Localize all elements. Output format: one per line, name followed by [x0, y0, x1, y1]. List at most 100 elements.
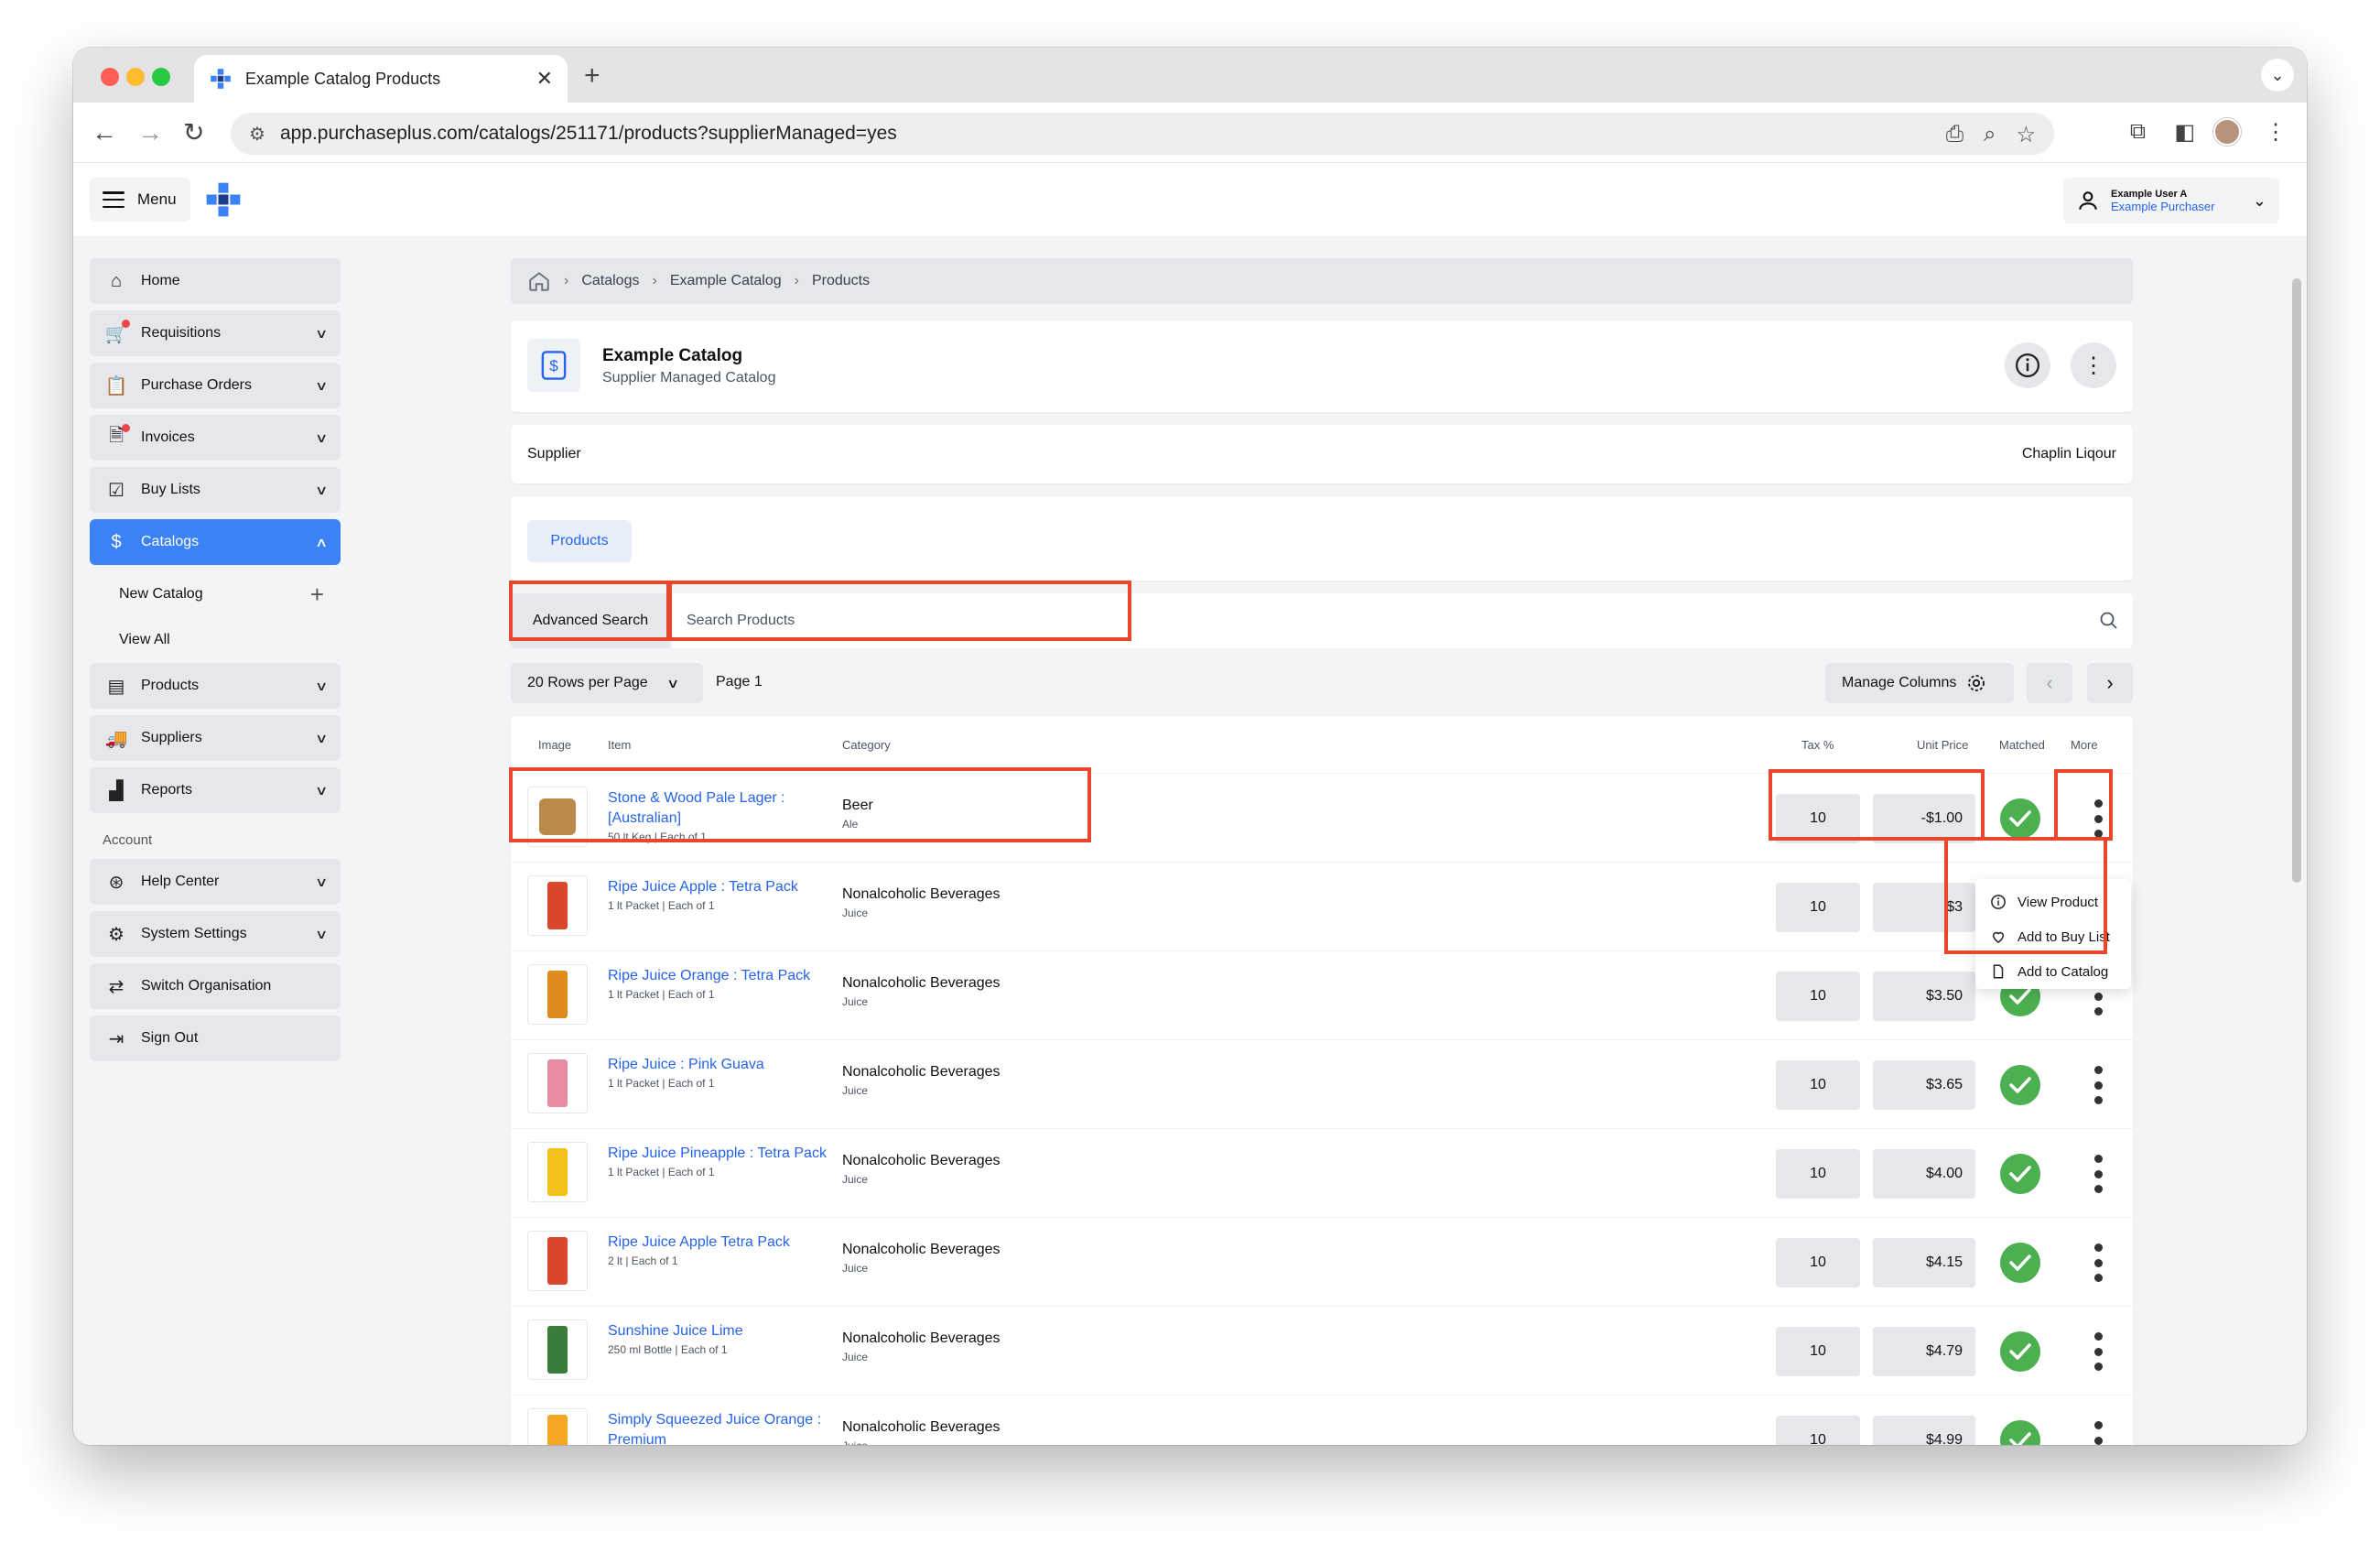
next-page-button[interactable]: ›: [2087, 663, 2133, 703]
site-settings-icon[interactable]: ⚙: [249, 123, 265, 146]
page-scrollbar[interactable]: [2292, 278, 2301, 883]
previous-page-button[interactable]: ‹: [2027, 663, 2072, 703]
sidebar-item-buy-lists[interactable]: ☑ Buy Lists ∨: [90, 467, 341, 513]
bookmark-star-icon[interactable]: ☆: [2016, 122, 2036, 148]
breadcrumb-products[interactable]: Products: [812, 273, 870, 289]
more-vertical-icon[interactable]: [2087, 1062, 2109, 1108]
add-to-catalog-menu-item[interactable]: Add to Catalog: [1975, 954, 2131, 989]
sidebar-item-switch-organisation[interactable]: ⇄ Switch Organisation: [90, 963, 341, 1009]
product-name-link[interactable]: Stone & Wood Pale Lager : [Australian] 5…: [608, 788, 837, 845]
product-name-link[interactable]: Ripe Juice Orange : Tetra Pack 1 lt Pack…: [608, 966, 837, 1003]
sidebar-item-invoices[interactable]: 🗎 Invoices ∨: [90, 415, 341, 461]
sidebar-item-products[interactable]: ▤ Products ∨: [90, 663, 341, 709]
unit-price-field[interactable]: $3.65: [1873, 1060, 1975, 1110]
add-to-buy-list-menu-item[interactable]: Add to Buy List: [1975, 919, 2131, 954]
back-arrow-icon[interactable]: ←: [92, 117, 117, 148]
unit-price-field[interactable]: $4.99: [1873, 1416, 1975, 1445]
reload-icon[interactable]: ↻: [183, 117, 204, 148]
search-products-input[interactable]: [672, 593, 2133, 648]
unit-price-field[interactable]: $3.50: [1873, 972, 1975, 1021]
extensions-icon[interactable]: ⧉: [2130, 119, 2146, 145]
sidebar-item-requisitions[interactable]: 🛒 Requisitions ∨: [90, 310, 341, 356]
rows-per-page-select[interactable]: 20 Rows per Page ∨: [511, 663, 703, 703]
product-image[interactable]: [527, 1319, 588, 1380]
product-image[interactable]: [527, 1053, 588, 1113]
advanced-search-button[interactable]: Advanced Search: [511, 593, 670, 648]
forward-arrow-icon[interactable]: →: [137, 117, 163, 148]
catalog-more-button[interactable]: ⋮: [2071, 342, 2116, 388]
new-tab-button[interactable]: +: [584, 60, 600, 92]
minimize-window-button[interactable]: [126, 68, 145, 86]
product-image[interactable]: [527, 1142, 588, 1202]
unit-price-field[interactable]: $4.79: [1873, 1327, 1975, 1376]
tax-percent-field[interactable]: 10: [1776, 972, 1860, 1021]
product-name-link[interactable]: Ripe Juice Apple Tetra Pack 2 lt | Each …: [608, 1233, 837, 1269]
sidebar-item-catalogs[interactable]: $ Catalogs ∧: [90, 519, 341, 565]
tab-products[interactable]: Products: [527, 520, 632, 562]
home-icon[interactable]: [527, 269, 551, 293]
product-image[interactable]: [527, 1231, 588, 1291]
more-vertical-icon[interactable]: [2087, 1151, 2109, 1197]
view-product-menu-item[interactable]: View Product: [1975, 885, 2131, 919]
tax-percent-field[interactable]: 10: [1776, 794, 1860, 843]
product-name-link[interactable]: Ripe Juice : Pink Guava 1 lt Packet | Ea…: [608, 1055, 837, 1091]
svg-text:$: $: [549, 357, 558, 375]
unit-price-field[interactable]: $3: [1873, 883, 1975, 932]
tab-title: Example Catalog Products: [245, 69, 441, 88]
unit-price-field[interactable]: $4.00: [1873, 1149, 1975, 1199]
unit-price-field[interactable]: $4.15: [1873, 1238, 1975, 1287]
side-panel-icon[interactable]: ◧: [2174, 119, 2195, 146]
product-image[interactable]: [527, 1408, 588, 1445]
product-name-link[interactable]: Ripe Juice Pineapple : Tetra Pack 1 lt P…: [608, 1144, 837, 1180]
sidebar-item-purchase-orders[interactable]: 📋 Purchase Orders ∨: [90, 363, 341, 408]
tax-percent-field[interactable]: 10: [1776, 1060, 1860, 1110]
sidebar-subitem-view-all[interactable]: View All: [90, 617, 341, 663]
tax-percent-field[interactable]: 10: [1776, 1327, 1860, 1376]
more-vertical-icon[interactable]: [2087, 796, 2109, 842]
profile-avatar[interactable]: [2213, 118, 2241, 146]
tax-percent-field[interactable]: 10: [1776, 1416, 1860, 1445]
product-name-link[interactable]: Simply Squeezed Juice Orange : Premium 2…: [608, 1410, 837, 1445]
purchaseplus-logo-icon[interactable]: [203, 179, 243, 220]
install-app-icon[interactable]: ⎙: [1946, 122, 1964, 148]
sidebar-item-sign-out[interactable]: ⇥ Sign Out: [90, 1015, 341, 1061]
sidebar-item-help-center[interactable]: ⊛ Help Center ∨: [90, 859, 341, 905]
sidebar-item-label: Home: [141, 273, 180, 288]
tax-percent-field[interactable]: 10: [1776, 883, 1860, 932]
zoom-icon[interactable]: ⌕: [1984, 122, 1996, 148]
chevron-down-icon: ∨: [314, 874, 329, 889]
sidebar-item-home[interactable]: ⌂ Home: [90, 258, 341, 304]
search-icon[interactable]: [2098, 610, 2120, 632]
more-vertical-icon[interactable]: [2087, 1240, 2109, 1286]
product-image[interactable]: [527, 787, 588, 847]
close-window-button[interactable]: [101, 68, 119, 86]
unit-price-field[interactable]: -$1.00: [1873, 794, 1975, 843]
product-name-link[interactable]: Sunshine Juice Lime 250 ml Bottle | Each…: [608, 1321, 837, 1358]
tab-close-icon[interactable]: ✕: [536, 67, 553, 91]
product-image[interactable]: [527, 964, 588, 1025]
supplier-value: Chaplin Liqour: [2021, 446, 2116, 462]
menu-button[interactable]: Menu: [90, 178, 190, 222]
manage-columns-button[interactable]: Manage Columns: [1825, 663, 2014, 703]
user-menu-button[interactable]: Example User A Example Purchaser ⌄: [2063, 178, 2279, 223]
browser-tab[interactable]: Example Catalog Products ✕: [194, 55, 568, 103]
tax-percent-field[interactable]: 10: [1776, 1149, 1860, 1199]
sidebar-item-system-settings[interactable]: ⚙ System Settings ∨: [90, 911, 341, 957]
sidebar-subitem-new-catalog[interactable]: New Catalog +: [90, 571, 341, 617]
info-button[interactable]: [2005, 342, 2050, 388]
sidebar-item-reports[interactable]: ▟ Reports ∨: [90, 767, 341, 813]
maximize-window-button[interactable]: [152, 68, 170, 86]
more-vertical-icon[interactable]: [2087, 1417, 2109, 1445]
tab-search-chevron-icon[interactable]: ⌄: [2261, 59, 2294, 92]
tax-percent-field[interactable]: 10: [1776, 1238, 1860, 1287]
product-name-link[interactable]: Ripe Juice Apple : Tetra Pack 1 lt Packe…: [608, 877, 837, 914]
product-image-placeholder: [547, 1326, 568, 1374]
address-bar[interactable]: ⚙ app.purchaseplus.com/catalogs/251171/p…: [231, 113, 2054, 155]
plus-icon[interactable]: +: [310, 581, 324, 609]
chrome-menu-icon[interactable]: ⋮: [2265, 119, 2287, 146]
breadcrumb-catalogs[interactable]: Catalogs: [581, 273, 639, 289]
product-image[interactable]: [527, 875, 588, 936]
more-vertical-icon[interactable]: [2087, 1329, 2109, 1374]
sidebar-item-suppliers[interactable]: 🚚 Suppliers ∨: [90, 715, 341, 761]
breadcrumb-example-catalog[interactable]: Example Catalog: [670, 273, 782, 289]
